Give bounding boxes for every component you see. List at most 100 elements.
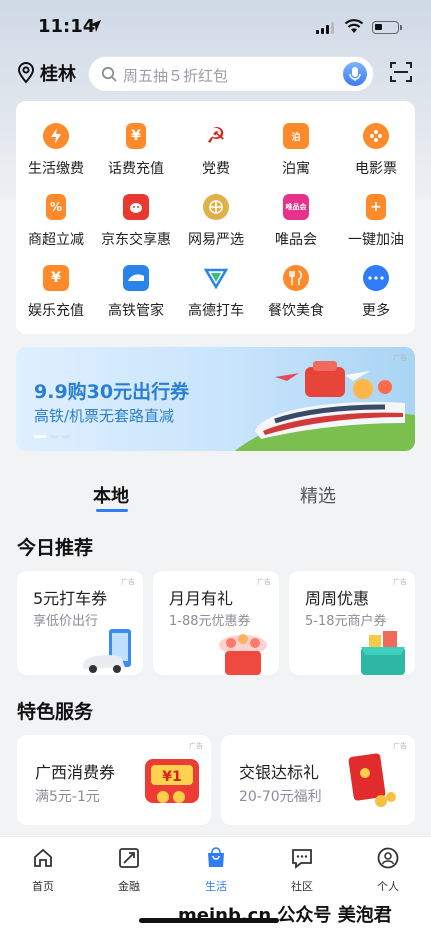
tab-label: 首页 (32, 880, 54, 893)
vip-icon: 唯品会 (283, 194, 309, 220)
tab-home[interactable]: 首页 (13, 847, 73, 894)
party-emblem-icon: ☭ (206, 123, 226, 149)
service-amap-taxi[interactable]: 高德打车 (176, 265, 256, 320)
watermark-text: meinb.cn 公众号 美泡君 (178, 905, 392, 926)
svc-card-guangxi-voucher[interactable]: 广西消费券 满5元-1元 广告 ¥1 (17, 735, 211, 825)
yuan-card-icon: ¥ (43, 265, 69, 291)
car-phone-illustration (83, 629, 131, 673)
city-name: 桂林 (40, 64, 76, 85)
carousel-dots (34, 435, 70, 438)
service-movie-ticket[interactable]: 电影票 (336, 123, 416, 178)
film-reel-icon (363, 123, 389, 149)
service-label: 网易严选 (188, 232, 244, 248)
person-icon (377, 847, 399, 869)
tab-label: 生活 (205, 880, 227, 893)
service-more[interactable]: 更多 (336, 265, 416, 320)
cellular-signal-icon (316, 22, 334, 34)
service-party-fee[interactable]: ☭ 党费 (176, 123, 256, 178)
microphone-icon (349, 67, 361, 81)
home-indicator[interactable] (139, 918, 279, 923)
search-input[interactable]: 周五抽５折红包 (88, 56, 374, 92)
search-icon (101, 66, 117, 82)
svc-card-bocom-reward[interactable]: 交银达标礼 20-70元福利 广告 (221, 735, 415, 825)
banner-title: 9.9购30元出行券 (34, 381, 190, 403)
service-entertainment-recharge[interactable]: ¥ 娱乐充值 (16, 265, 96, 320)
active-tab-indicator (96, 509, 128, 512)
status-bar: 11:14 (0, 0, 431, 52)
chat-icon (292, 849, 312, 869)
scan-icon[interactable] (389, 60, 413, 84)
svc-card-subtitle: 满5元-1元 (35, 789, 100, 805)
service-label: 高铁管家 (108, 303, 164, 319)
service-food[interactable]: 餐饮美食 (256, 265, 336, 320)
rec-card-taxi-coupon[interactable]: 5元打车券 享低价出行 广告 (17, 571, 143, 675)
tab-label: 金融 (118, 880, 140, 893)
percent-icon: % (46, 194, 66, 220)
service-label: 党费 (202, 161, 230, 177)
service-label: 商超立减 (28, 232, 84, 248)
service-label: 京东交享惠 (101, 232, 171, 248)
search-placeholder: 周五抽５折红包 (123, 67, 229, 85)
svc-card-subtitle: 20-70元福利 (239, 789, 322, 805)
service-label: 电影票 (355, 161, 397, 177)
shopping-bag-icon (208, 847, 224, 867)
tab-finance[interactable]: 金融 (99, 847, 159, 894)
rec-card-title: 5元打车券 (33, 589, 108, 608)
tab-profile[interactable]: 个人 (358, 847, 418, 894)
ad-tag: 广告 (257, 578, 271, 586)
battery-icon (372, 21, 402, 34)
service-boyu[interactable]: 泊 泊寓 (256, 123, 336, 178)
service-vip[interactable]: 唯品会 唯品会 (256, 194, 336, 249)
service-label: 泊寓 (282, 161, 310, 177)
ad-tag: 广告 (393, 742, 407, 750)
fork-knife-icon (283, 265, 309, 291)
jd-icon (123, 194, 149, 220)
location-arrow-icon (89, 20, 101, 32)
service-yanxuan[interactable]: 网易严选 (176, 194, 256, 249)
header: 桂林 周五抽５折红包 (0, 52, 431, 96)
boyu-icon: 泊 (283, 123, 309, 149)
coupon-illustration: ¥1 (145, 759, 199, 803)
tab-label: 个人 (377, 880, 399, 893)
promo-banner[interactable]: 9.9购30元出行券 高铁/机票无套路直减 广告 (16, 347, 415, 451)
service-utilities[interactable]: 生活缴费 (16, 123, 96, 178)
rec-card-monthly-gift[interactable]: 月月有礼 1-88元优惠券 广告 (153, 571, 279, 675)
service-label: 娱乐充值 (28, 303, 84, 319)
service-phone-recharge[interactable]: ¥ 话费充值 (96, 123, 176, 178)
amap-icon (203, 265, 229, 291)
service-label: 生活缴费 (28, 161, 84, 177)
tab-community[interactable]: 社区 (272, 847, 332, 894)
yanxuan-icon (203, 194, 229, 220)
svg-text:¥1: ¥1 (162, 769, 181, 785)
services-grid: 生活缴费 ¥ 话费充值 ☭ 党费 泊 泊寓 电影票 % 商超立减 京东交享惠 网… (16, 101, 415, 334)
service-fuel[interactable]: + 一键加油 (336, 194, 416, 249)
service-label: 一键加油 (348, 232, 404, 248)
service-train-butler[interactable]: 高铁管家 (96, 265, 176, 320)
rec-card-subtitle: 5-18元商户券 (305, 614, 387, 629)
service-jd[interactable]: 京东交享惠 (96, 194, 176, 249)
tab-life[interactable]: 生活 (186, 847, 246, 894)
ad-tag: 广告 (393, 578, 407, 586)
rec-card-weekly-deal[interactable]: 周周优惠 5-18元商户券 广告 (289, 571, 415, 675)
gift-box-illustration (219, 634, 267, 675)
yuan-phone-icon: ¥ (126, 123, 146, 149)
lightning-icon (43, 123, 69, 149)
today-section-title: 今日推荐 (17, 537, 94, 559)
service-label: 唯品会 (275, 232, 317, 248)
more-icon (363, 265, 389, 291)
tab-local[interactable]: 本地 (93, 482, 129, 508)
svc-card-title: 广西消费券 (35, 763, 116, 782)
train-icon (123, 265, 149, 291)
service-label: 话费充值 (108, 161, 164, 177)
fuel-icon: + (366, 194, 386, 220)
ad-tag: 广告 (121, 578, 135, 586)
service-label: 高德打车 (188, 303, 244, 319)
special-section-title: 特色服务 (17, 701, 94, 723)
red-envelope-illustration (348, 753, 396, 807)
train-illustration (235, 361, 415, 451)
voice-search-button[interactable] (343, 62, 367, 86)
service-supermarket-discount[interactable]: % 商超立减 (16, 194, 96, 249)
city-selector[interactable]: 桂林 (16, 60, 76, 86)
tab-selected[interactable]: 精选 (300, 482, 336, 508)
service-label: 餐饮美食 (268, 303, 324, 319)
